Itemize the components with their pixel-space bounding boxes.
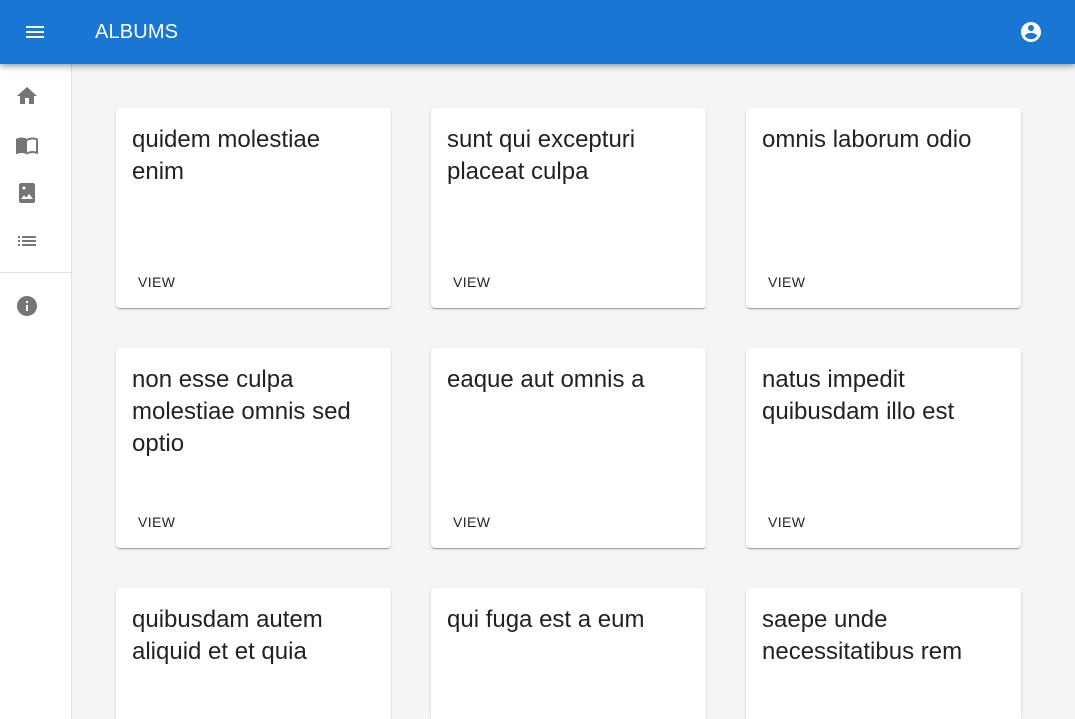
album-title: sunt qui excepturi placeat culpa xyxy=(447,126,636,185)
album-card: sunt qui excepturi placeat culpa VIEW xyxy=(431,108,706,308)
album-card: non esse culpa molestiae omnis sed optio… xyxy=(116,348,391,548)
account-circle-icon xyxy=(1021,22,1041,42)
album-card: qui fuga est a eum xyxy=(431,588,706,719)
photo-album-icon xyxy=(19,183,35,203)
account-button[interactable] xyxy=(1007,8,1055,56)
info-icon xyxy=(17,296,37,316)
list-icon xyxy=(18,236,36,246)
page-title: ALBUMS xyxy=(95,21,179,43)
nav-item-book[interactable] xyxy=(0,121,71,169)
app-bar: ALBUMS xyxy=(0,0,1075,64)
view-button[interactable]: VIEW xyxy=(124,266,189,298)
nav-item-photos[interactable] xyxy=(0,169,71,217)
nav-item-info[interactable] xyxy=(0,282,71,330)
menu-button[interactable] xyxy=(11,8,59,56)
album-title: quidem molestiae enim xyxy=(132,126,321,185)
album-card: quidem molestiae enim VIEW xyxy=(116,108,391,308)
nav-divider xyxy=(0,272,71,273)
view-button[interactable]: VIEW xyxy=(754,266,819,298)
nav-item-list[interactable] xyxy=(0,217,71,265)
album-title: saepe unde necessitatibus rem xyxy=(762,606,963,665)
album-title: omnis laborum odio xyxy=(762,126,972,153)
album-card: quibusdam autem aliquid et et quia xyxy=(116,588,391,719)
home-icon xyxy=(17,87,37,104)
view-button[interactable]: VIEW xyxy=(439,266,504,298)
side-drawer xyxy=(0,64,72,719)
album-title: non esse culpa molestiae omnis sed optio xyxy=(132,366,351,457)
view-button[interactable]: VIEW xyxy=(439,506,504,538)
menu-icon xyxy=(26,26,44,38)
album-card: eaque aut omnis a VIEW xyxy=(431,348,706,548)
view-button[interactable]: VIEW xyxy=(124,506,189,538)
album-title: eaque aut omnis a xyxy=(447,366,645,393)
book-icon xyxy=(16,137,38,155)
album-title: natus impedit quibusdam illo est xyxy=(762,366,955,425)
nav-item-home[interactable] xyxy=(0,72,71,120)
album-title: quibusdam autem aliquid et et quia xyxy=(132,606,323,665)
album-card: omnis laborum odio VIEW xyxy=(746,108,1021,308)
album-card: saepe unde necessitatibus rem xyxy=(746,588,1021,719)
album-card: natus impedit quibusdam illo est VIEW xyxy=(746,348,1021,548)
album-title: qui fuga est a eum xyxy=(447,606,645,633)
view-button[interactable]: VIEW xyxy=(754,506,819,538)
